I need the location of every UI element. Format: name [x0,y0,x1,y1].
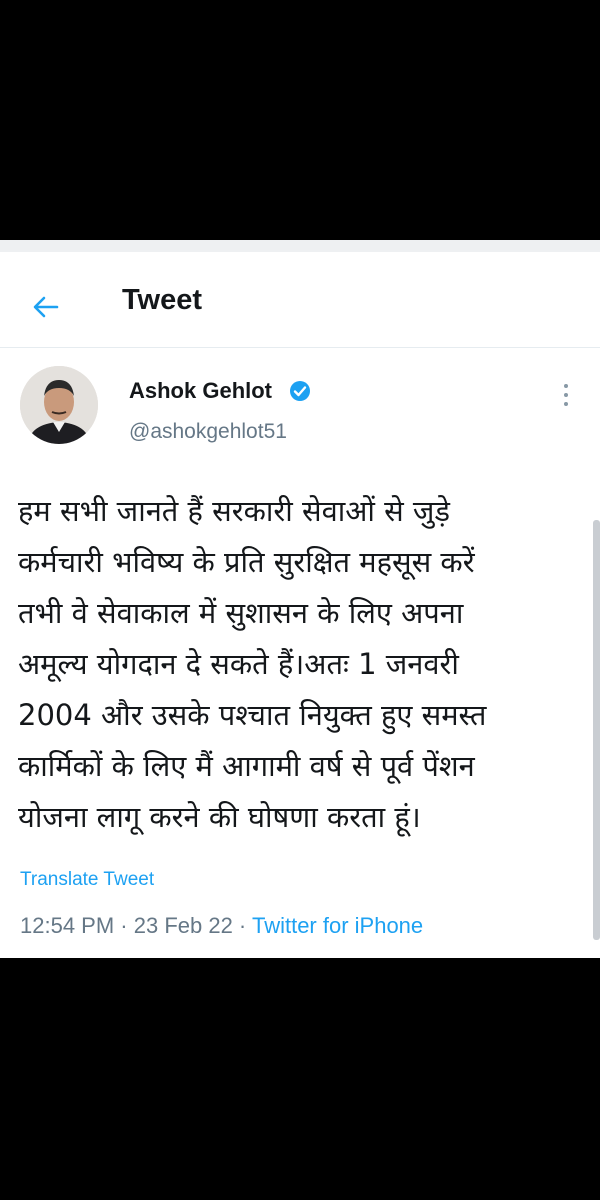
author-handle[interactable]: @ashokgehlot51 [129,420,287,444]
avatar[interactable] [20,366,98,444]
tweet-text-line: अमूल्य योगदान दे सकते हैं।अतः 1 जनवरी [18,647,459,681]
separator: · [232,913,252,938]
tweet-screen: Tweet Ashok Gehlot @ashokgehlot51 हम सभी… [0,240,600,958]
screenshot-bottom-bar [0,958,600,1200]
tweet-header: Tweet [0,252,600,348]
tweet-meta: 12:54 PM · 23 Feb 22 · Twitter for iPhon… [20,913,423,939]
tweet-text-line: हम सभी जानते हैं सरकारी सेवाओं से जुड़े [18,494,450,528]
screenshot-top-bar [0,0,600,240]
separator: · [114,913,134,938]
tweet-text-line: कर्मचारी भविष्य के प्रति सुरक्षित महसूस … [18,545,475,579]
tweet-text: हम सभी जानते हैं सरकारी सेवाओं से जुड़े … [18,486,588,843]
page-title: Tweet [122,284,203,316]
more-vertical-icon[interactable] [556,380,576,410]
tweet-source-link[interactable]: Twitter for iPhone [252,913,423,938]
author-name[interactable]: Ashok Gehlot [129,378,272,404]
tweet-text-line: 2004 और उसके पश्चात नियुक्त हुए समस्त [18,698,487,732]
tweet-text-line: कार्मिकों के लिए मैं आगामी वर्ष से पूर्व… [18,749,475,783]
tweet-time: 12:54 PM [20,913,115,938]
profile-photo [20,366,98,444]
tweet-date: 23 Feb 22 [133,913,233,938]
verified-badge-icon [289,380,311,402]
status-strip [0,240,600,252]
scrollbar[interactable] [593,520,600,940]
arrow-left-icon [33,296,59,318]
tweet-text-line: योजना लागू करने की घोषणा करता हूं। [18,800,421,834]
back-button[interactable] [26,287,66,327]
translate-tweet-link[interactable]: Translate Tweet [20,869,154,891]
tweet-text-line: तभी वे सेवाकाल में सुशासन के लिए अपना [18,596,464,630]
